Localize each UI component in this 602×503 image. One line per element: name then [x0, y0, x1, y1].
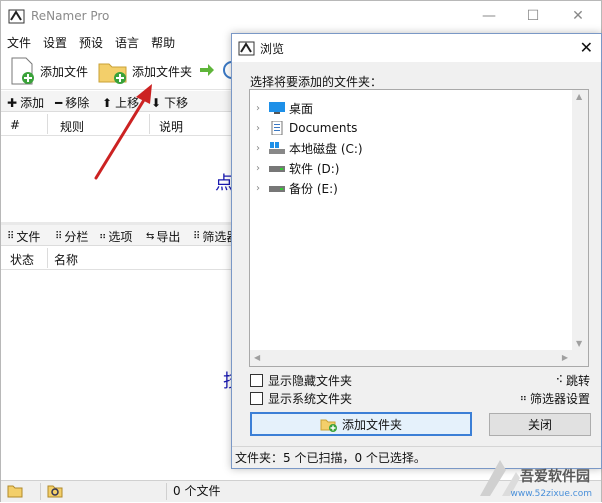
menu-file[interactable]: 文件	[1, 32, 37, 53]
files-col-name[interactable]: 名称	[54, 251, 78, 268]
add-folder-icon	[320, 419, 337, 432]
dialog-app-icon	[238, 41, 255, 56]
site-watermark: 吾爱软件园 www.52zixue.com	[474, 442, 598, 502]
folder-status-icon	[7, 485, 23, 498]
options-icon: ⠶	[99, 231, 107, 242]
app-title: ReNamer Pro	[31, 9, 110, 23]
search-status-icon	[47, 485, 63, 498]
files-col-status[interactable]: 状态	[10, 251, 34, 268]
tree-vertical-scrollbar[interactable]: ▲ ▼	[572, 90, 588, 366]
dialog-close-icon[interactable]: ✕	[580, 38, 593, 57]
filter-settings-link[interactable]: ⠶ 筛选器设置	[520, 390, 590, 407]
files-menu-button[interactable]: ⠿ 文件	[7, 228, 40, 245]
dialog-titlebar: 浏览 ✕	[232, 34, 601, 62]
rules-col-description[interactable]: 说明	[159, 118, 183, 135]
scroll-right-icon[interactable]: ▶	[562, 353, 568, 362]
add-files-label: 添加文件	[40, 64, 89, 79]
add-files-button[interactable]: 添加文件	[7, 56, 88, 86]
preview-arrow-icon[interactable]	[199, 63, 215, 77]
export-icon: ⇆	[146, 231, 155, 242]
folder-tree[interactable]: › 桌面 › Documents › 本地磁盘 (C:) › 软件 (D:) ›…	[249, 89, 589, 367]
show-system-checkbox[interactable]	[250, 392, 263, 405]
watermark-name: 吾爱软件园	[520, 469, 590, 485]
add-folder-confirm-button[interactable]: 添加文件夹	[250, 412, 472, 436]
chevron-right-icon[interactable]: ›	[256, 123, 268, 134]
chevron-right-icon[interactable]: ›	[256, 103, 268, 114]
rules-remove-button[interactable]: ━ 移除	[55, 94, 89, 111]
files-icon: ⠿	[7, 231, 15, 242]
minimize-button[interactable]: —	[467, 3, 511, 29]
chevron-right-icon[interactable]: ›	[256, 183, 268, 194]
maximize-button[interactable]: ☐	[511, 3, 555, 29]
chevron-right-icon[interactable]: ›	[256, 163, 268, 174]
rules-col-number[interactable]: #	[10, 118, 20, 132]
tree-item-drive-e[interactable]: › 备份 (E:)	[256, 178, 338, 198]
rules-up-button[interactable]: ⬆ 上移	[102, 94, 139, 111]
add-folder-icon	[98, 63, 127, 84]
add-file-icon	[11, 57, 34, 85]
rules-add-button[interactable]: ✚ 添加	[7, 94, 44, 111]
menu-settings[interactable]: 设置	[37, 32, 73, 53]
menu-language[interactable]: 语言	[109, 32, 145, 53]
jump-link[interactable]: ⠪ 跳转	[556, 372, 590, 389]
tree-item-desktop[interactable]: › 桌面	[256, 98, 313, 118]
documents-icon	[271, 121, 283, 135]
add-folder-button[interactable]: 添加文件夹	[97, 56, 192, 86]
windows-drive-icon	[269, 142, 285, 154]
arrow-up-icon: ⬆	[102, 95, 113, 110]
arrow-down-icon: ⬇	[151, 95, 162, 110]
status-cell-search	[43, 483, 167, 500]
status-cell-icon	[3, 483, 41, 500]
show-hidden-checkbox-row[interactable]: 显示隐藏文件夹	[250, 372, 352, 389]
minus-icon: ━	[55, 95, 63, 110]
dialog-close-button[interactable]: 关闭	[489, 413, 591, 436]
dialog-prompt: 选择将要添加的文件夹：	[250, 75, 383, 89]
watermark-url: www.52zixue.com	[510, 489, 592, 499]
close-button[interactable]: ✕	[556, 3, 600, 29]
columns-menu-button[interactable]: ⠿ 分栏	[55, 228, 88, 245]
scroll-up-icon[interactable]: ▲	[576, 92, 582, 101]
options-menu-button[interactable]: ⠶ 选项	[99, 228, 132, 245]
plus-icon: ✚	[7, 95, 18, 110]
jump-icon: ⠪	[555, 375, 563, 386]
desktop-icon	[269, 102, 285, 114]
main-titlebar: ReNamer Pro — ☐ ✕	[1, 1, 601, 32]
file-count: 0 个文件	[173, 484, 221, 498]
column-divider	[149, 114, 150, 134]
rules-col-rule[interactable]: 规则	[60, 118, 84, 135]
tree-item-documents[interactable]: › Documents	[256, 118, 357, 138]
tree-item-drive-d[interactable]: › 软件 (D:)	[256, 158, 339, 178]
export-menu-button[interactable]: ⇆ 导出	[146, 228, 180, 245]
tree-horizontal-scrollbar[interactable]: ◀ ▶	[250, 350, 588, 366]
renamer-app-icon	[8, 9, 25, 24]
dialog-title: 浏览	[260, 42, 285, 56]
browse-folder-dialog: 浏览 ✕ 选择将要添加的文件夹： › 桌面 › Documents › 本地磁盘…	[231, 33, 602, 469]
rules-down-button[interactable]: ⬇ 下移	[151, 94, 188, 111]
filter-settings-icon: ⠶	[519, 393, 527, 404]
show-system-checkbox-row[interactable]: 显示系统文件夹	[250, 390, 352, 407]
columns-icon: ⠿	[55, 231, 63, 242]
filter-icon: ⠿	[193, 231, 201, 242]
tree-item-drive-c[interactable]: › 本地磁盘 (C:)	[256, 138, 363, 158]
drive-icon	[269, 186, 285, 192]
drive-icon	[269, 166, 285, 172]
menu-help[interactable]: 帮助	[145, 32, 181, 53]
column-divider	[47, 114, 48, 134]
menu-presets[interactable]: 预设	[73, 32, 109, 53]
scroll-left-icon[interactable]: ◀	[254, 353, 260, 362]
chevron-right-icon[interactable]: ›	[256, 143, 268, 154]
add-folder-label: 添加文件夹	[132, 64, 193, 79]
column-divider	[47, 248, 48, 268]
scroll-down-icon[interactable]: ▼	[576, 339, 582, 348]
show-hidden-checkbox[interactable]	[250, 374, 263, 387]
